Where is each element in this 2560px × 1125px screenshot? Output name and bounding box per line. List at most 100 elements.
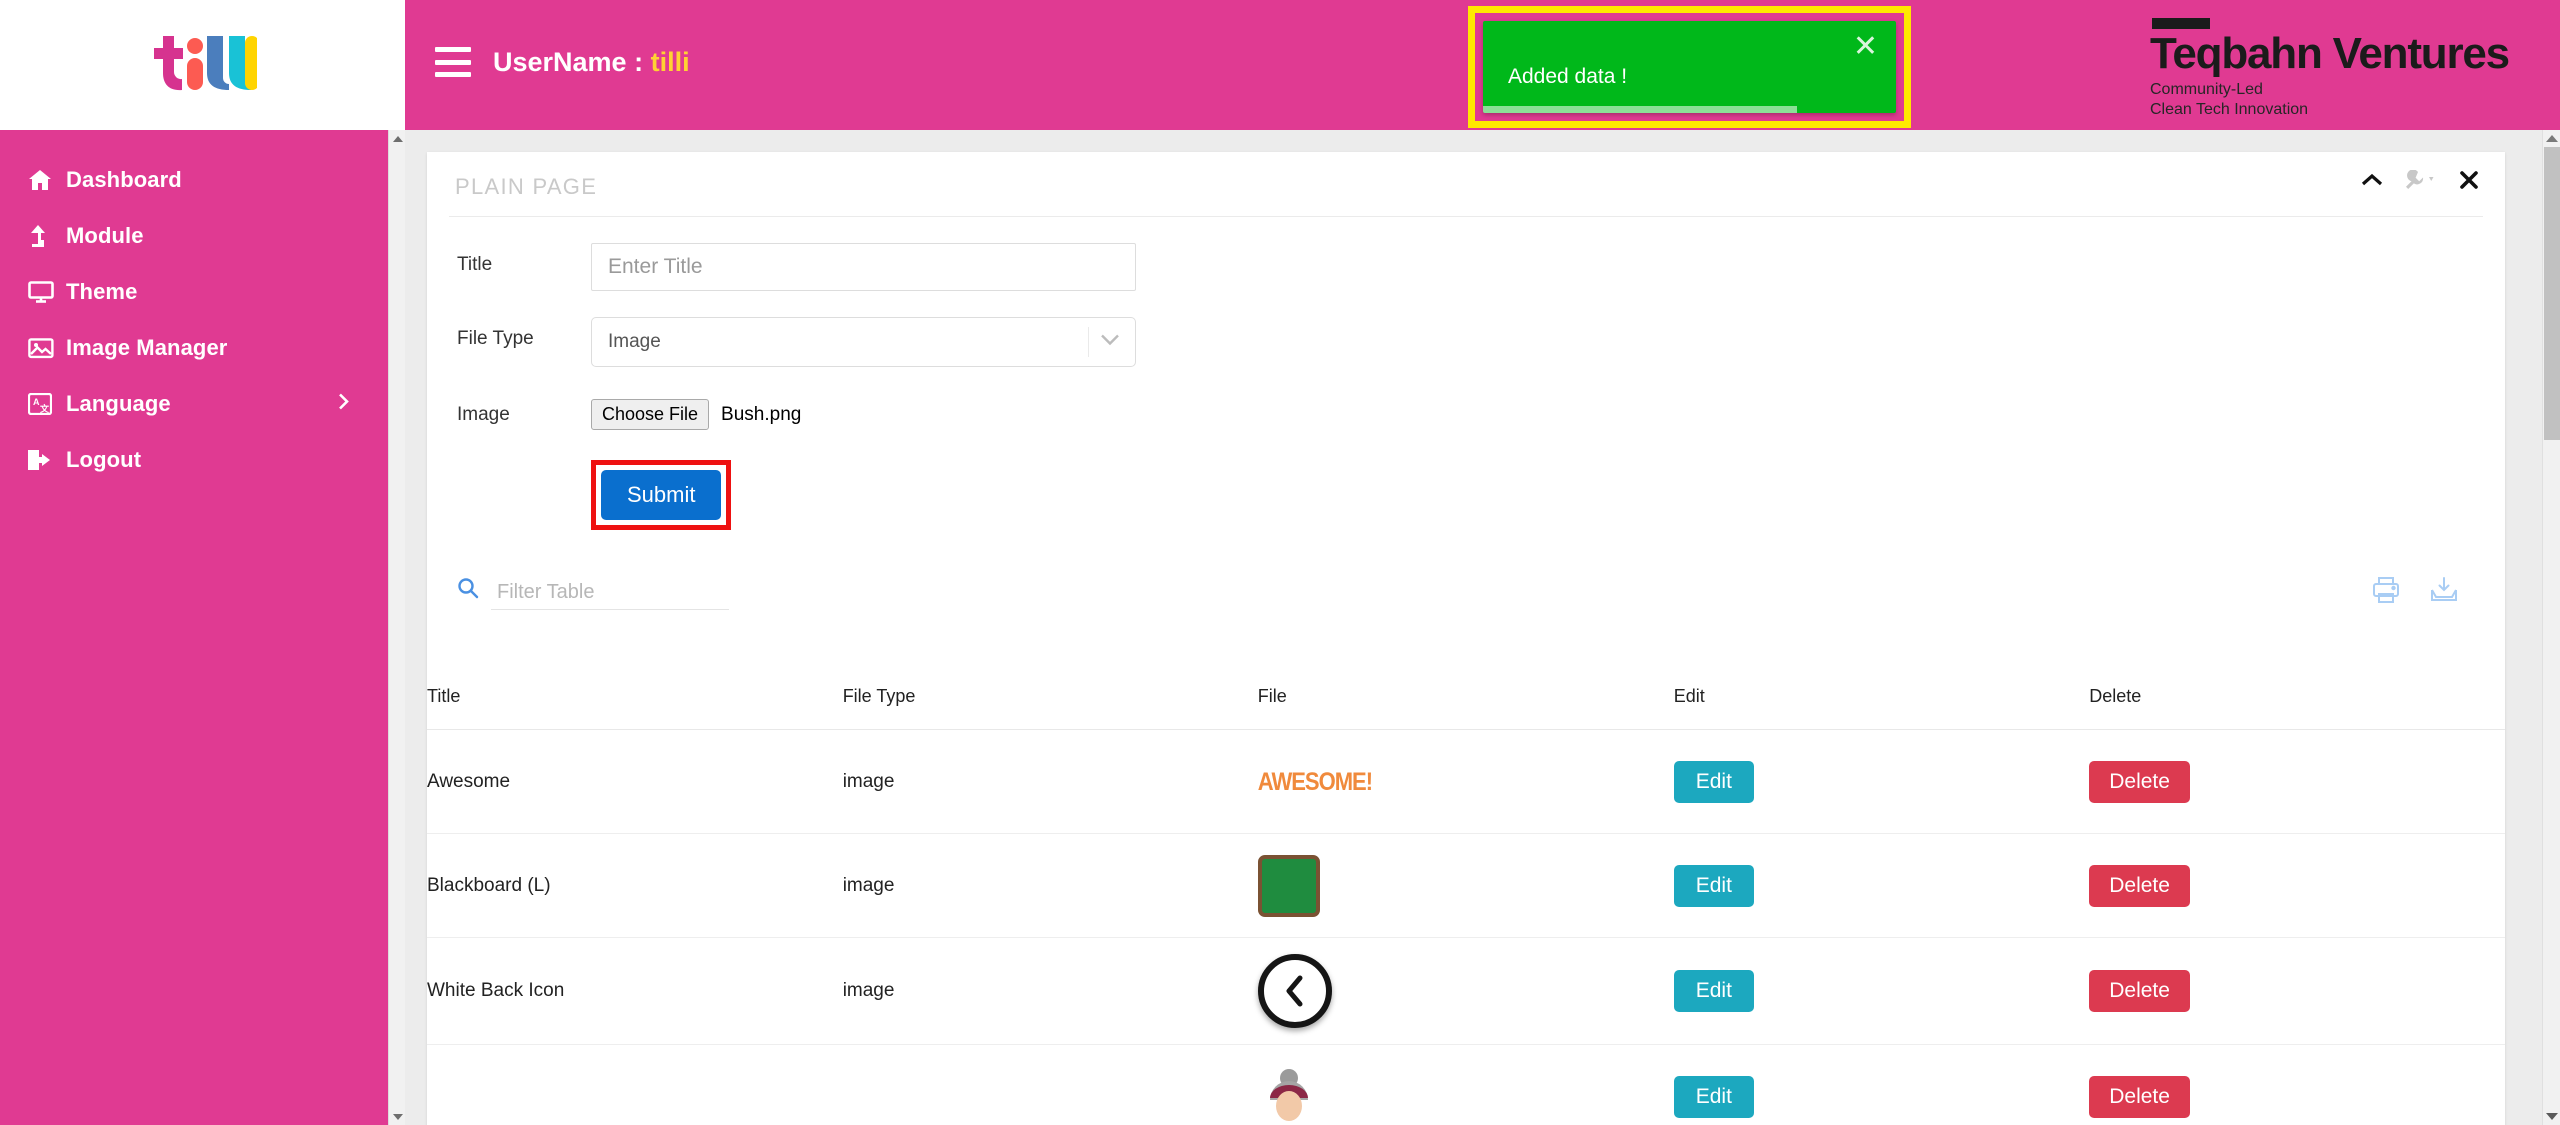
column-header-delete: Delete: [2089, 672, 2505, 730]
sidebar-item-dashboard[interactable]: Dashboard: [0, 152, 388, 208]
image-icon: [28, 337, 66, 359]
image-label: Image: [457, 404, 510, 425]
submit-button[interactable]: Submit: [601, 470, 722, 520]
sidebar-scrollbar[interactable]: [388, 130, 406, 1125]
column-header-file: File: [1257, 672, 1674, 730]
cell-file: [1257, 937, 1674, 1045]
panel-tool-group: [2361, 170, 2479, 190]
panel-header: PLAIN PAGE: [427, 152, 2505, 216]
edit-button[interactable]: Edit: [1673, 1075, 1754, 1118]
cell-title: [427, 1044, 843, 1125]
delete-button[interactable]: Delete: [2089, 760, 2190, 803]
content-scrollbar[interactable]: [2542, 130, 2560, 1125]
sidebar-item-label: Module: [66, 223, 144, 248]
sign-out-icon: [28, 449, 66, 471]
hamburger-icon[interactable]: [435, 47, 471, 77]
filter-group: [457, 576, 729, 610]
sidebar-item-label: Image Manager: [66, 335, 228, 360]
files-table: Title File Type File Edit Delete Awesome…: [427, 672, 2505, 1125]
cell-edit: Edit: [1673, 937, 2090, 1045]
filetype-select[interactable]: Image: [591, 317, 1136, 367]
plain-page-panel: PLAIN PAGE Title Enter Title File Type I…: [427, 152, 2505, 1125]
delete-button[interactable]: Delete: [2089, 1075, 2190, 1118]
partner-tagline-line2: Clean Tech Innovation: [2150, 100, 2309, 118]
sidebar-item-image-manager[interactable]: Image Manager: [0, 320, 388, 376]
cell-edit: Edit: [1673, 729, 2090, 834]
filetype-label: File Type: [457, 328, 534, 349]
partner-tagline: Community-Led Clean Tech Innovation: [2150, 80, 2550, 120]
edit-button[interactable]: Edit: [1673, 864, 1754, 907]
collapse-icon[interactable]: [2361, 172, 2383, 188]
cell-title: Blackboard (L): [427, 833, 843, 938]
svg-text:A: A: [33, 397, 40, 407]
svg-text:文: 文: [39, 403, 50, 414]
filter-table-input[interactable]: [491, 576, 729, 610]
column-header-file-type: File Type: [842, 672, 1258, 730]
toast-notification[interactable]: Added data ! ✕: [1483, 21, 1896, 113]
download-icon[interactable]: [2429, 576, 2459, 604]
sidebar-nav: Dashboard Module Theme Image Manager A 文…: [0, 130, 388, 1125]
table-row: White Back Icon image Edit Delete: [427, 937, 2505, 1045]
scroll-up-icon[interactable]: [2543, 130, 2560, 147]
form-row-image: Image Choose File Bush.png: [457, 393, 2505, 430]
page-title: PLAIN PAGE: [455, 174, 598, 199]
cell-delete: Delete: [2089, 1044, 2505, 1125]
toast-progress-bar: [1483, 106, 1797, 113]
cell-file-type: image: [842, 937, 1258, 1045]
main-content: PLAIN PAGE Title Enter Title File Type I…: [405, 130, 2542, 1125]
edit-button[interactable]: Edit: [1673, 970, 1754, 1012]
choose-file-button[interactable]: Choose File: [591, 399, 710, 430]
sidebar-item-label: Logout: [66, 447, 142, 472]
table-header: Title File Type File Edit Delete: [427, 672, 2505, 730]
close-icon[interactable]: ✕: [1853, 32, 1878, 62]
cell-file: [1257, 833, 1674, 938]
sidebar-item-label: Dashboard: [66, 167, 182, 192]
sidebar-item-logout[interactable]: Logout: [0, 432, 388, 488]
partner-name: Teqbahn Ventures: [2150, 29, 2510, 78]
brand-dash-mark: [2152, 18, 2210, 29]
app-root: UserName : tilli Added data ! ✕ Teqbahn …: [0, 0, 2560, 1125]
table-body: Awesome image AWESOME! Edit Delete Black…: [427, 729, 2505, 1125]
sidebar-item-label: Language: [66, 391, 171, 416]
sidebar-item-module[interactable]: Module: [0, 208, 388, 264]
close-icon[interactable]: [2459, 170, 2479, 190]
edit-button[interactable]: Edit: [1673, 760, 1754, 803]
scrollbar-thumb[interactable]: [2544, 147, 2560, 440]
search-icon[interactable]: [457, 577, 479, 604]
language-glyph: A 文: [28, 393, 52, 415]
username-display: UserName : tilli: [493, 47, 690, 78]
select-separator: [1088, 327, 1089, 357]
green-board-image: [1257, 854, 1320, 917]
cell-file: AWESOME!: [1257, 729, 1674, 834]
scroll-down-icon[interactable]: [2543, 1108, 2560, 1125]
app-logo-pane: [0, 0, 405, 130]
title-input[interactable]: [591, 243, 1136, 291]
cell-file-type: image: [842, 729, 1258, 834]
cell-file-type: image: [842, 833, 1258, 938]
filetype-selected-value: Image: [608, 331, 661, 352]
table-header-row: Title File Type File Edit Delete: [427, 672, 2505, 730]
print-icon[interactable]: [2371, 576, 2401, 604]
header-bar: UserName : tilli Added data ! ✕ Teqbahn …: [405, 0, 2560, 130]
form-row-title: Title: [457, 243, 2505, 291]
home-icon: [28, 169, 66, 191]
sidebar-item-theme[interactable]: Theme: [0, 264, 388, 320]
cell-title: Awesome: [427, 729, 843, 834]
chevron-down-icon[interactable]: [1099, 333, 1121, 352]
delete-button[interactable]: Delete: [2089, 970, 2190, 1012]
avatar-image: [1258, 1066, 1320, 1125]
delete-button[interactable]: Delete: [2089, 864, 2190, 907]
language-icon: A 文: [28, 393, 66, 415]
table-row: Edit Delete: [427, 1044, 2505, 1125]
cell-edit: Edit: [1673, 833, 2090, 938]
table-row: Awesome image AWESOME! Edit Delete: [427, 729, 2505, 834]
form-row-filetype: File Type Image: [457, 317, 2505, 367]
scroll-down-icon[interactable]: [389, 1108, 406, 1125]
username-value: tilli: [650, 47, 690, 77]
sidebar-item-language[interactable]: A 文 Language: [0, 376, 388, 432]
back-arrow-image: [1257, 954, 1332, 1028]
wrench-icon[interactable]: [2405, 170, 2437, 190]
scroll-up-icon[interactable]: [389, 130, 406, 147]
tilli-logo: [149, 34, 257, 96]
table-toolbar: [427, 566, 2505, 642]
